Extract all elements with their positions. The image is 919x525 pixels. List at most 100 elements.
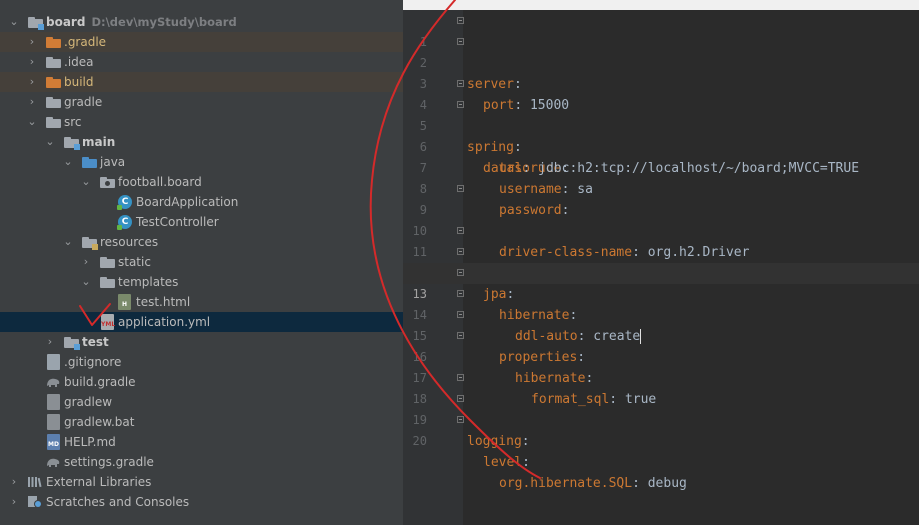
text-file-icon	[47, 354, 60, 370]
code-line[interactable]: 10	[403, 200, 919, 238]
code-line[interactable]: 11 jpa:	[403, 221, 919, 302]
chevron-down-icon[interactable]: ⌄	[44, 132, 56, 152]
fold-start-icon[interactable]	[457, 101, 464, 108]
fold-start-icon[interactable]	[457, 395, 464, 402]
tree-item-label: .gitignore	[64, 355, 122, 369]
tree-item-test[interactable]: › test	[0, 332, 403, 352]
chevron-right-icon[interactable]: ›	[26, 72, 38, 92]
code-line[interactable]: 1 server:	[403, 11, 919, 92]
code-line[interactable]: 12 hibernate:	[403, 242, 919, 323]
fold-end-icon[interactable]	[457, 38, 464, 45]
tree-item-label: board D:\dev\myStudy\board	[46, 15, 237, 29]
chevron-right-icon[interactable]: ›	[26, 32, 38, 52]
chevron-right-icon[interactable]: ›	[26, 92, 38, 112]
fold-start-icon[interactable]	[457, 248, 464, 255]
chevron-right-icon[interactable]: ›	[8, 492, 20, 512]
code-line[interactable]: 6 url: jdbc:h2:tcp://localhost/~/board;M…	[403, 116, 919, 176]
fold-start-icon[interactable]	[457, 17, 464, 24]
tree-item-external-libraries[interactable]: › External Libraries	[0, 472, 403, 492]
tree-item-main[interactable]: ⌄ main	[0, 132, 403, 152]
code-line[interactable]: 19 level:	[403, 389, 919, 470]
tree-item-help-md[interactable]: MD HELP.md	[0, 432, 403, 452]
chevron-down-icon[interactable]: ⌄	[26, 112, 38, 132]
chevron-down-icon[interactable]: ⌄	[62, 232, 74, 252]
tree-item-application-yml[interactable]: YML application.yml	[0, 312, 403, 332]
tree-item-dot-gradle[interactable]: › .gradle	[0, 32, 403, 52]
fold-start-icon[interactable]	[457, 311, 464, 318]
tree-item-label: BoardApplication	[136, 195, 239, 209]
code-line[interactable]: 5 datasoruce:	[403, 95, 919, 176]
tree-item-gradlew[interactable]: gradlew	[0, 392, 403, 412]
chevron-down-icon[interactable]: ⌄	[80, 172, 92, 192]
fold-start-icon[interactable]	[457, 80, 464, 87]
tree-item-resources[interactable]: ⌄ resources	[0, 232, 403, 252]
code-editor[interactable]: 1 server: 2 port: 15000 3 4 spring: 5 da…	[403, 0, 919, 525]
code-line-current[interactable]: 13 ddl-auto: create	[403, 263, 919, 344]
yaml-file-icon: YML	[101, 314, 115, 330]
folder-icon	[100, 277, 116, 288]
fold-end-icon[interactable]	[457, 269, 464, 276]
tree-item-label: main	[82, 135, 116, 149]
resources-folder-icon	[82, 237, 98, 250]
fold-start-icon[interactable]	[457, 290, 464, 297]
chevron-down-icon[interactable]: ⌄	[62, 152, 74, 172]
source-folder-icon	[82, 157, 98, 168]
tree-item-src[interactable]: ⌄ src	[0, 112, 403, 132]
tree-item-label: External Libraries	[46, 475, 152, 489]
tree-item-idea[interactable]: › .idea	[0, 52, 403, 72]
code-line[interactable]: 17	[403, 347, 919, 385]
chevron-right-icon[interactable]: ›	[26, 52, 38, 72]
tree-item-static[interactable]: › static	[0, 252, 403, 272]
code-line[interactable]: 18 logging:	[403, 368, 919, 449]
tree-item-templates[interactable]: ⌄ templates	[0, 272, 403, 292]
fold-start-icon[interactable]	[457, 374, 464, 381]
chevron-right-icon[interactable]: ›	[8, 472, 20, 492]
tree-item-build-gradle[interactable]: build.gradle	[0, 372, 403, 392]
chevron-right-icon[interactable]: ›	[44, 332, 56, 352]
fold-end-icon[interactable]	[457, 185, 464, 192]
tree-item-gradle[interactable]: › gradle	[0, 92, 403, 112]
tree-item-build[interactable]: › build	[0, 72, 403, 92]
code-line[interactable]: 7 username: sa	[403, 137, 919, 197]
tree-item-label: Scratches and Consoles	[46, 495, 190, 509]
code-line[interactable]: 4 spring:	[403, 74, 919, 155]
tree-item-test-html[interactable]: H test.html	[0, 292, 403, 312]
chevron-down-icon[interactable]: ⌄	[80, 272, 92, 292]
code-text: logging:	[467, 434, 530, 449]
tree-item-java[interactable]: ⌄ java	[0, 152, 403, 172]
tree-item-label: gradlew.bat	[64, 415, 135, 429]
chevron-down-icon[interactable]: ⌄	[8, 12, 20, 32]
code-line[interactable]: 20 org.hibernate.SQL: debug	[403, 410, 919, 491]
tree-item-label: static	[118, 255, 151, 269]
tree-item-label: .gradle	[64, 35, 107, 49]
tree-item-label: test.html	[136, 295, 191, 309]
library-icon	[28, 477, 42, 488]
fold-end-icon[interactable]	[457, 416, 464, 423]
code-text: org.hibernate.SQL: debug	[499, 476, 687, 491]
tree-item-label: templates	[118, 275, 179, 289]
code-line[interactable]: 9 driver-class-name: org.h2.Driver	[403, 179, 919, 260]
tree-item-label: gradlew	[64, 395, 113, 409]
fold-start-icon[interactable]	[457, 227, 464, 234]
code-line[interactable]: 8 password:	[403, 158, 919, 218]
tree-item-scratches[interactable]: › Scratches and Consoles	[0, 492, 403, 512]
java-class-icon: C	[117, 195, 132, 210]
code-line[interactable]: 3	[403, 53, 919, 91]
tree-item-test-controller[interactable]: C TestController	[0, 212, 403, 232]
tree-item-board[interactable]: ⌄ board D:\dev\myStudy\board	[0, 12, 403, 32]
project-path: D:\dev\myStudy\board	[91, 15, 237, 29]
code-line[interactable]: 14 properties:	[403, 284, 919, 365]
tree-item-gradlew-bat[interactable]: gradlew.bat	[0, 412, 403, 432]
tree-item-settings-gradle[interactable]: settings.gradle	[0, 452, 403, 472]
code-line[interactable]: 16 format_sql: true	[403, 326, 919, 407]
fold-end-icon[interactable]	[457, 332, 464, 339]
code-line[interactable]: 2 port: 15000	[403, 32, 919, 113]
tree-item-label: build	[64, 75, 94, 89]
line-number: 20	[412, 434, 427, 448]
code-line[interactable]: 15 hibernate:	[403, 305, 919, 386]
tree-item-package[interactable]: ⌄ football.board	[0, 172, 403, 192]
tree-item-board-application[interactable]: C BoardApplication	[0, 192, 403, 212]
folder-icon	[46, 117, 62, 128]
chevron-right-icon[interactable]: ›	[80, 252, 92, 272]
tree-item-gitignore[interactable]: .gitignore	[0, 352, 403, 372]
